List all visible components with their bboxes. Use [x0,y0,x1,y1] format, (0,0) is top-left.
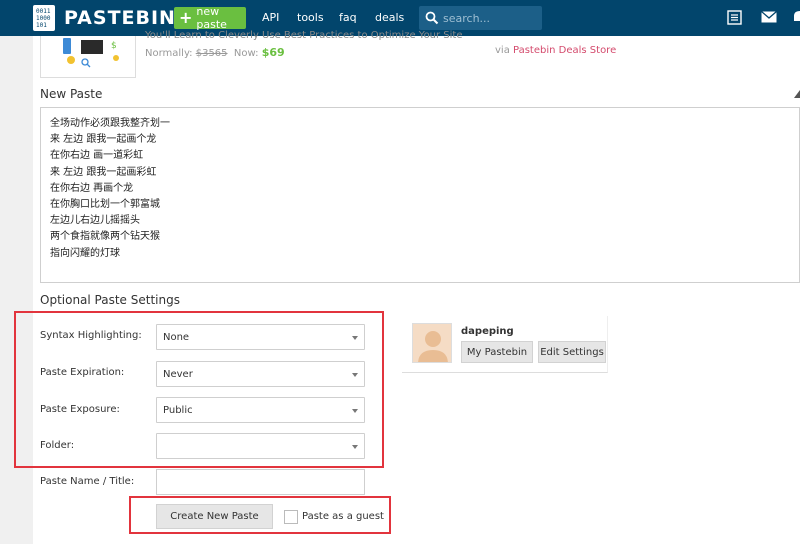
username[interactable]: dapeping [461,326,514,337]
search-icon[interactable] [425,11,439,28]
main-content: $ You'll Learn to Cleverly Use Best Prac… [14,30,800,544]
promo-prices: Normally: $3565 Now: $69 [145,46,285,59]
paste-line: 两个食指就像两个钻天猴 [50,231,160,243]
paste-line: 在你右边 画一道彩虹 [50,150,144,162]
paste-line: 在你胸口比划一个郭富城 [50,199,160,211]
optional-settings-heading: Optional Paste Settings [40,293,180,307]
create-button-label: Create New Paste [170,511,259,522]
nav-deals[interactable]: deals [375,11,404,24]
paste-as-guest-label[interactable]: Paste as a guest [302,511,384,522]
promo-title[interactable]: You'll Learn to Cleverly Use Best Practi… [145,30,525,41]
normally-label: Normally: [145,48,193,59]
user-card: dapeping My Pastebin Edit Settings [402,316,608,373]
nav-api[interactable]: API [262,11,279,24]
svg-text:101: 101 [36,22,47,29]
bell-icon[interactable] [793,10,800,27]
paste-textarea[interactable]: 全场动作必须跟我整齐划一 来 左边 跟我一起画个龙 在你右边 画一道彩虹 来 左… [40,107,800,283]
new-paste-heading: New Paste [40,87,103,101]
settings-highlight-box [14,311,384,468]
list-icon[interactable] [727,10,742,28]
edit-settings-button[interactable]: Edit Settings [538,341,606,363]
nav-faq[interactable]: faq [339,11,357,24]
avatar[interactable] [412,323,452,363]
paste-line: 来 左边 跟我一起画彩虹 [50,166,157,178]
plus-icon: + [179,8,193,27]
promo-image[interactable]: $ [40,36,136,78]
store-link[interactable]: Pastebin Deals Store [513,45,616,56]
new-paste-label: new paste [196,5,227,31]
my-pastebin-button[interactable]: My Pastebin [461,341,533,363]
paste-line: 在你右边 再画个龙 [50,182,134,194]
logo-icon: 0011 1000 101 [32,3,58,33]
paste-name-input[interactable] [156,469,365,495]
promo-via: via Pastebin Deals Store [495,45,616,56]
mail-icon[interactable] [761,11,777,26]
resize-grip-icon[interactable] [794,90,800,98]
new-paste-button[interactable]: + new paste [174,5,246,31]
my-pastebin-label: My Pastebin [466,346,528,358]
paste-name-label: Paste Name / Title: [40,476,135,487]
old-price: $3565 [195,48,228,59]
logo-text: PASTEBIN [64,7,176,29]
create-new-paste-button[interactable]: Create New Paste [156,504,273,529]
paste-line: 全场动作必须跟我整齐划一 [50,118,170,129]
paste-line: 左边儿右边儿摇摇头 [50,215,140,227]
now-price: $69 [261,46,285,59]
paste-line: 指向闪耀的灯球 [50,247,120,259]
svg-text:1000: 1000 [36,15,51,22]
svg-text:0011: 0011 [36,8,51,15]
paste-as-guest-checkbox[interactable] [284,510,298,524]
edit-settings-label: Edit Settings [540,346,604,358]
nav-tools[interactable]: tools [297,11,324,24]
now-label: Now: [233,48,259,59]
svg-text:$: $ [111,41,117,51]
search-input[interactable] [443,10,537,26]
via-label: via [495,45,510,56]
paste-line: 来 左边 跟我一起画个龙 [50,134,157,146]
search-box[interactable] [419,6,542,30]
